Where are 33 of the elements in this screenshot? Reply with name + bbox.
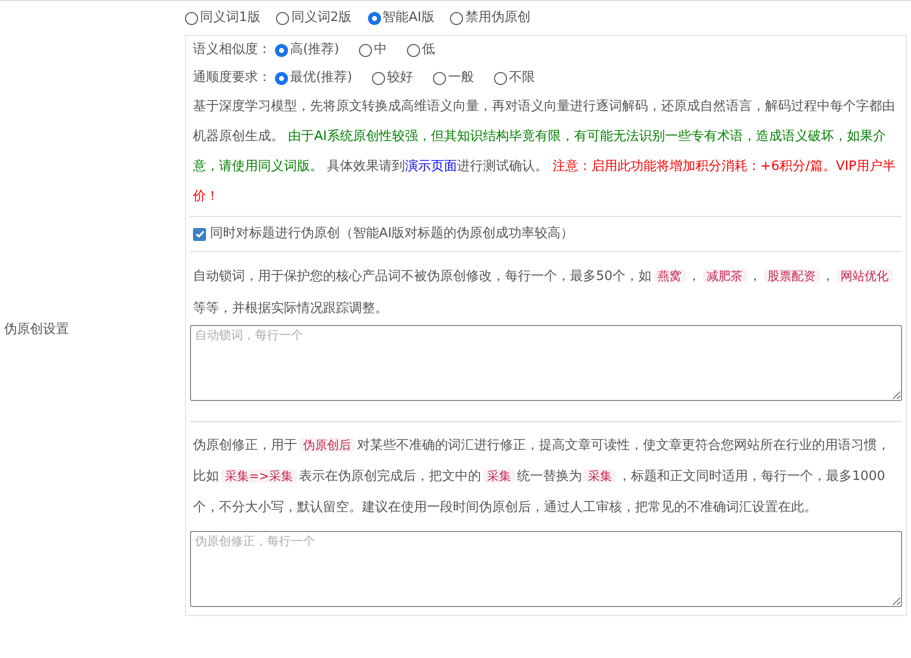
radio-option[interactable]: 同义词1版 [185,8,260,28]
radio-option[interactable]: 较好 [372,68,414,88]
radio-button[interactable] [276,12,290,24]
radio-option[interactable]: 中 [359,40,388,60]
radio-button[interactable] [407,44,420,56]
radio-button[interactable] [368,12,381,24]
radio-option[interactable]: 禁用伪原创 [450,8,530,28]
correction-field[interactable]: 伪原创修正，每行一个 [190,531,902,607]
radio-option[interactable]: 最优(推荐) [275,68,352,88]
setting-label: 语义相似度： [193,41,271,60]
lock-words-description: 自动锁词，用于保护您的核心产品词不被伪原创修改，每行一个，最多50个，如 燕窝 ， 减肥茶 ， 股票配资 ， 网站优化 等等，并根据实际情况跟踪调整。 [190,260,902,325]
section-label: 伪原创设置 [4,320,69,339]
radio-option[interactable]: 智能AI版 [368,8,434,28]
radio-button[interactable] [494,72,508,84]
radio-button[interactable] [275,72,288,84]
radio-button[interactable] [450,12,464,24]
radio-button[interactable] [433,72,446,84]
correction-description: 伪原创修正，用于 伪原创后 对某些不准确的词汇进行修正，提高文章可读性，使文章更符合您网站所在行业的用语习惯，比如 采集=>采集 表示在伪原创完成后，把文中的 采集 统一替换为 采集 ，标题和正文同时适用，每行一个，最多1000个，不分大小写，默认留空。建议在使用一段时间伪原创后，通过人工审核，把常见的不准确词汇设置在此。 [192,437,891,517]
radio-option[interactable]: 同义词2版 [276,8,352,28]
radio-button[interactable] [185,12,198,24]
ai-description: 基于深度学习模型，先将原文转换成高维语义向量，再对语义向量进行逐词解码，还原成自然语言，解码过程中每个字都由机器原创生成。 由于AI系统原创性较强，但其知识结构毕竟有限，有可能无法识别一些专有术语，造成语义破坏，如果介意，请使用同义词版。 具体效果请到演示页面进行测试确认。 注意：启用此功能将增加积分消耗：+6积分/篇。VIP用户半价！ [192,98,896,206]
radio-button[interactable] [372,72,386,84]
radio-button[interactable] [359,44,372,56]
radio-button[interactable] [275,44,288,56]
radio-option[interactable]: 不限 [494,68,536,88]
lock-words-field[interactable]: 自动锁词，每行一个 [190,325,902,401]
radio-option[interactable]: 低 [407,40,436,60]
radio-option[interactable]: 高(推荐) [275,40,340,60]
radio-option[interactable]: 一般 [433,68,474,88]
demo-link[interactable]: 演示页面 [405,159,458,174]
checkbox[interactable] [193,228,206,240]
setting-label: 通顺度要求： [193,69,271,88]
title-option[interactable]: 同时对标题进行伪原创（智能AI版对标题的伪原创成功率较高） [190,217,902,251]
